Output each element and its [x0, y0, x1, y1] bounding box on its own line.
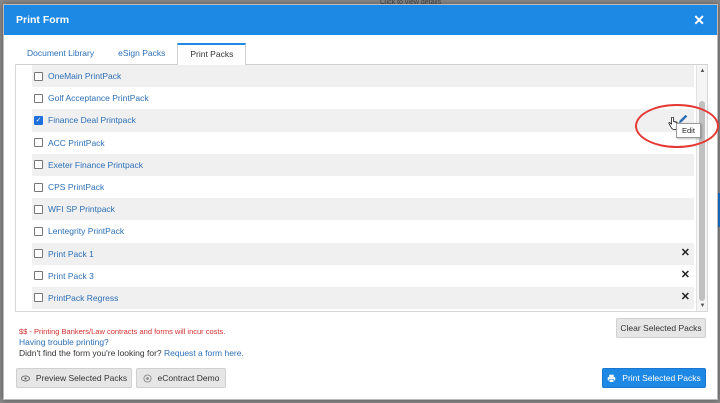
- list-item[interactable]: PrintPack Regress ✕: [32, 286, 694, 310]
- pack-label[interactable]: ACC PrintPack: [48, 138, 105, 148]
- eye-icon: [20, 375, 30, 381]
- scroll-up-arrow-icon[interactable]: ▲: [699, 67, 706, 75]
- checkbox[interactable]: [34, 293, 43, 303]
- tab-print-packs[interactable]: Print Packs: [177, 43, 247, 66]
- modal-header: Print Form ✕: [4, 5, 717, 35]
- delete-icon[interactable]: ✕: [681, 247, 690, 259]
- pack-label[interactable]: Print Pack 1: [48, 249, 94, 259]
- scroll-down-arrow-icon[interactable]: ▼: [699, 302, 706, 310]
- delete-icon[interactable]: ✕: [681, 269, 690, 281]
- pack-label[interactable]: CPS PrintPack: [48, 182, 104, 192]
- tab-esign-packs[interactable]: eSign Packs: [106, 43, 177, 65]
- tab-bar: Document Library eSign Packs Print Packs: [15, 43, 708, 66]
- pack-label[interactable]: PrintPack Regress: [48, 293, 118, 303]
- list-scrollbar[interactable]: ▲ ▼: [696, 65, 707, 311]
- econtract-demo-button[interactable]: eContract Demo: [136, 368, 226, 388]
- request-form-line: Didn't find the form you're looking for?…: [19, 348, 244, 359]
- list-item[interactable]: ACC PrintPack: [32, 132, 694, 154]
- checkbox[interactable]: [34, 182, 43, 192]
- list-item[interactable]: Lentegrity PrintPack: [32, 220, 694, 242]
- clear-selected-label: Clear Selected Packs: [620, 323, 702, 333]
- pack-label[interactable]: Exeter Finance Printpack: [48, 160, 143, 170]
- footer-info: $$ - Printing Bankers/Law contracts and …: [19, 326, 244, 359]
- checkbox[interactable]: [34, 249, 43, 259]
- list-item[interactable]: OneMain PrintPack: [32, 65, 694, 88]
- delete-icon[interactable]: ✕: [681, 291, 690, 303]
- print-selected-packs-button[interactable]: Print Selected Packs: [602, 368, 706, 388]
- pack-label[interactable]: Print Pack 3: [48, 271, 94, 281]
- list-item[interactable]: WFI SP Printpack: [32, 198, 694, 221]
- checkbox[interactable]: [34, 271, 43, 281]
- close-icon[interactable]: ✕: [693, 13, 705, 27]
- list-item[interactable]: Print Pack 3 ✕: [32, 265, 694, 287]
- circle-icon: [142, 373, 152, 383]
- modal-title: Print Form: [16, 14, 70, 26]
- edit-tooltip: Edit: [676, 123, 701, 138]
- pack-label[interactable]: Golf Acceptance PrintPack: [48, 93, 149, 103]
- list-item[interactable]: ✓ Finance Deal Printpack: [32, 109, 694, 132]
- cost-note: $$ - Printing Bankers/Law contracts and …: [19, 327, 226, 336]
- checkmark-icon: ✓: [35, 116, 42, 124]
- list-item[interactable]: CPS PrintPack: [32, 176, 694, 198]
- printer-icon: [608, 374, 616, 383]
- pack-label[interactable]: Finance Deal Printpack: [48, 115, 136, 125]
- pack-label[interactable]: OneMain PrintPack: [48, 71, 121, 81]
- checkbox[interactable]: [34, 226, 43, 236]
- pack-label[interactable]: Lentegrity PrintPack: [48, 226, 124, 236]
- print-pack-rows: OneMain PrintPack Golf Acceptance PrintPa…: [32, 65, 694, 310]
- request-form-link[interactable]: Request a form here.: [164, 348, 244, 358]
- print-form-modal: Print Form ✕ Document Library eSign Pack…: [3, 4, 718, 400]
- list-item[interactable]: Exeter Finance Printpack: [32, 153, 694, 176]
- preview-selected-packs-button[interactable]: Preview Selected Packs: [16, 368, 132, 388]
- print-pack-list: OneMain PrintPack Golf Acceptance PrintPa…: [15, 65, 708, 312]
- checkbox-checked[interactable]: ✓: [34, 115, 43, 125]
- list-item[interactable]: Print Pack 1 ✕: [32, 242, 694, 265]
- econtract-demo-label: eContract Demo: [157, 373, 220, 383]
- request-prefix: Didn't find the form you're looking for?: [19, 348, 162, 358]
- checkbox[interactable]: [34, 160, 43, 170]
- checkbox[interactable]: [34, 138, 43, 148]
- checkbox[interactable]: [34, 204, 43, 214]
- clear-selected-packs-button[interactable]: Clear Selected Packs: [616, 318, 706, 338]
- print-selected-label: Print Selected Packs: [622, 373, 701, 383]
- checkbox[interactable]: [34, 71, 43, 81]
- tab-document-library[interactable]: Document Library: [15, 43, 106, 65]
- list-item[interactable]: Golf Acceptance PrintPack: [32, 87, 694, 109]
- trouble-printing-link[interactable]: Having trouble printing?: [19, 337, 244, 348]
- pack-label[interactable]: WFI SP Printpack: [48, 204, 115, 214]
- checkbox[interactable]: [34, 93, 43, 103]
- preview-selected-label: Preview Selected Packs: [35, 373, 128, 383]
